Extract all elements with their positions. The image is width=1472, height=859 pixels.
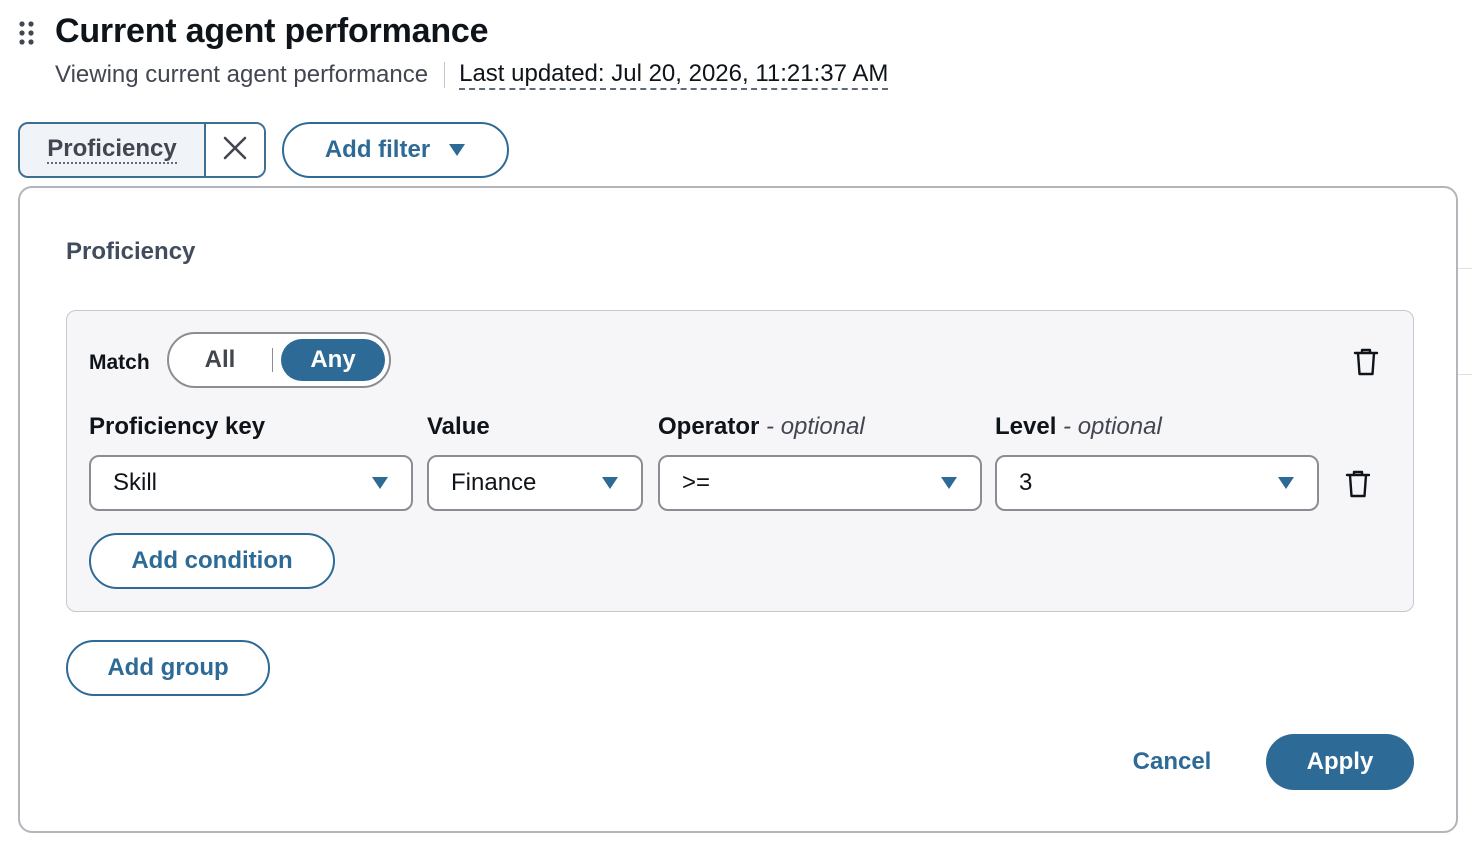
apply-button[interactable]: Apply bbox=[1266, 734, 1414, 790]
subtitle-row: Viewing current agent performance Last u… bbox=[55, 60, 889, 90]
page-title: Current agent performance bbox=[55, 12, 489, 50]
operator-select[interactable]: >= bbox=[658, 455, 982, 511]
value-select-value: Finance bbox=[451, 469, 537, 496]
caret-down-icon bbox=[940, 469, 958, 497]
proficiency-key-select[interactable]: Skill bbox=[89, 455, 413, 511]
level-label: Level - optional bbox=[995, 413, 1162, 441]
value-label: Value bbox=[427, 413, 490, 441]
caret-down-icon bbox=[371, 469, 389, 497]
close-icon bbox=[222, 135, 248, 166]
filter-token-proficiency[interactable]: Proficiency bbox=[18, 122, 266, 178]
filter-token-label-wrap[interactable]: Proficiency bbox=[20, 124, 204, 176]
level-label-text: Level bbox=[995, 413, 1057, 440]
delete-group-button[interactable] bbox=[1353, 347, 1379, 377]
cancel-button[interactable]: Cancel bbox=[1110, 734, 1234, 790]
proficiency-key-label: Proficiency key bbox=[89, 413, 265, 441]
caret-down-icon bbox=[601, 469, 619, 497]
trash-icon bbox=[1353, 348, 1379, 381]
segment-separator bbox=[272, 348, 273, 372]
delete-condition-button[interactable] bbox=[1345, 469, 1371, 499]
add-condition-button[interactable]: Add condition bbox=[89, 533, 335, 589]
match-option-any[interactable]: Any bbox=[281, 339, 385, 381]
match-label: Match bbox=[89, 351, 150, 374]
caret-down-icon bbox=[1277, 469, 1295, 497]
caret-down-icon bbox=[448, 136, 466, 164]
trash-icon bbox=[1345, 470, 1371, 503]
last-updated-timestamp[interactable]: Last updated: Jul 20, 2026, 11:21:37 AM bbox=[459, 60, 889, 90]
page: Current agent performance Viewing curren… bbox=[0, 0, 1472, 859]
operator-value: >= bbox=[682, 469, 711, 496]
filter-token-label[interactable]: Proficiency bbox=[47, 136, 177, 164]
proficiency-key-label-text: Proficiency key bbox=[89, 413, 266, 440]
operator-label-text: Operator bbox=[658, 413, 760, 440]
match-option-all[interactable]: All bbox=[175, 340, 265, 380]
add-filter-button[interactable]: Add filter bbox=[282, 122, 509, 178]
subtitle-divider bbox=[444, 62, 446, 88]
value-select[interactable]: Finance bbox=[427, 455, 643, 511]
remove-filter-button[interactable] bbox=[204, 124, 264, 176]
level-select[interactable]: 3 bbox=[995, 455, 1319, 511]
add-group-button[interactable]: Add group bbox=[66, 640, 270, 696]
value-label-text: Value bbox=[427, 413, 490, 440]
popover-title: Proficiency bbox=[66, 238, 196, 265]
page-subtitle: Viewing current agent performance bbox=[55, 61, 429, 88]
level-optional-hint: - optional bbox=[1063, 413, 1162, 440]
level-value: 3 bbox=[1019, 469, 1033, 496]
drag-handle-icon[interactable] bbox=[18, 20, 36, 46]
background-divider bbox=[1458, 374, 1472, 375]
proficiency-key-value: Skill bbox=[113, 469, 158, 496]
proficiency-filter-popover: Proficiency Match All Any Proficiency ke… bbox=[18, 186, 1458, 833]
operator-label: Operator - optional bbox=[658, 413, 865, 441]
match-segmented-control[interactable]: All Any bbox=[167, 332, 391, 388]
add-filter-label: Add filter bbox=[324, 136, 431, 163]
operator-optional-hint: - optional bbox=[766, 413, 865, 440]
background-divider bbox=[1458, 268, 1472, 269]
condition-group: Match All Any Proficiency key Value Oper… bbox=[66, 310, 1414, 612]
